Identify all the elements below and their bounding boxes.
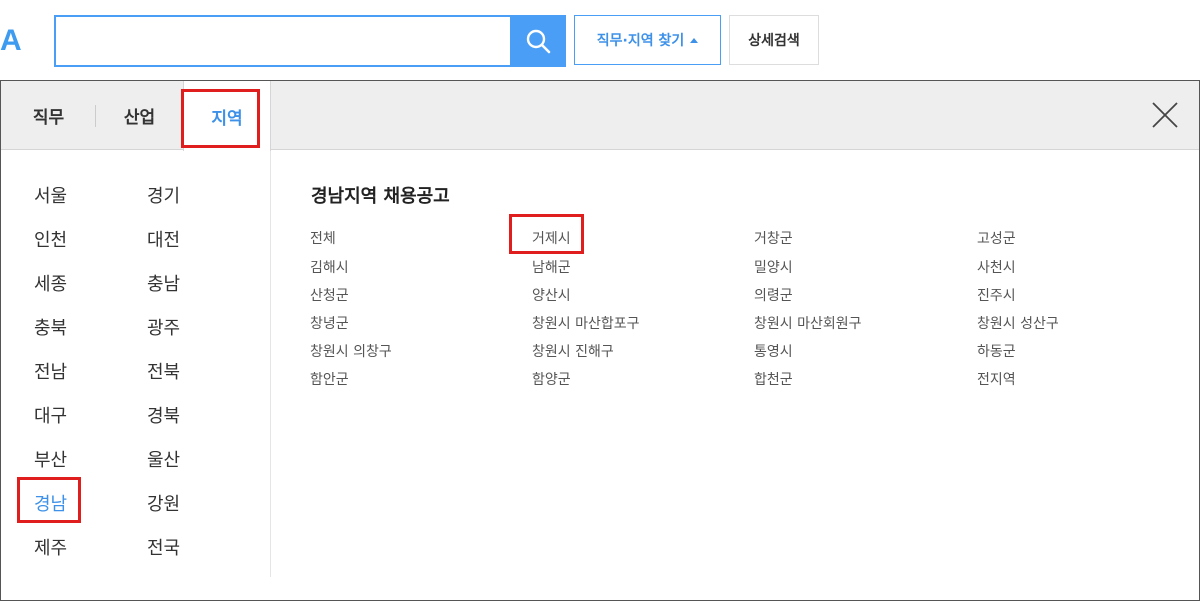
- subregion-item[interactable]: 전지역: [977, 369, 1016, 389]
- region-item[interactable]: 전국: [147, 534, 180, 560]
- region-item[interactable]: 부산: [34, 446, 67, 472]
- search-input[interactable]: [54, 15, 510, 67]
- search-button[interactable]: [510, 15, 566, 67]
- region-item[interactable]: 전북: [147, 358, 180, 384]
- subregion-item[interactable]: 진주시: [977, 285, 1016, 305]
- subregion-item[interactable]: 창원시 성산구: [977, 313, 1059, 333]
- region-item[interactable]: 대구: [34, 402, 67, 428]
- subregion-item[interactable]: 의령군: [754, 285, 793, 305]
- subregion-item[interactable]: 통영시: [754, 341, 793, 361]
- subregion-title: 경남지역 채용공고: [311, 186, 450, 207]
- site-logo[interactable]: A: [0, 24, 22, 58]
- region-item[interactable]: 경기: [147, 182, 180, 208]
- job-region-finder-label: 직무·지역 찾기: [596, 33, 685, 49]
- panel-tab-bar: 직무 산업 지역: [1, 81, 1199, 151]
- region-item[interactable]: 전남: [34, 358, 67, 384]
- tab-industry[interactable]: 산업: [96, 81, 183, 150]
- tab-job[interactable]: 직무: [1, 81, 96, 150]
- subregion-item[interactable]: 창원시 의창구: [310, 341, 392, 361]
- close-button[interactable]: [1151, 101, 1179, 129]
- subregion-item[interactable]: 합천군: [754, 369, 793, 389]
- subregion-item[interactable]: 산청군: [310, 285, 349, 305]
- region-item[interactable]: 대전: [147, 226, 180, 252]
- region-item[interactable]: 세종: [34, 270, 67, 296]
- subregion-item[interactable]: 하동군: [977, 341, 1016, 361]
- caret-up-icon: [690, 37, 699, 43]
- subregion-item[interactable]: 거창군: [754, 228, 793, 248]
- job-region-panel: 직무 산업 지역 서울 경기 인천 대전 세종 충남 충북 광주 전남 전북 대…: [0, 80, 1200, 601]
- region-item[interactable]: 강원: [147, 490, 180, 516]
- subregion-item[interactable]: 창녕군: [310, 313, 349, 333]
- region-item[interactable]: 충남: [147, 270, 180, 296]
- subregion-item[interactable]: 고성군: [977, 228, 1016, 248]
- region-highlight: [17, 477, 81, 523]
- tab-region-highlight: [181, 89, 260, 148]
- region-item[interactable]: 경북: [147, 402, 180, 428]
- job-region-finder-button[interactable]: 직무·지역 찾기: [574, 15, 721, 65]
- region-item[interactable]: 인천: [34, 226, 67, 252]
- region-item[interactable]: 광주: [147, 314, 180, 340]
- region-item[interactable]: 제주: [34, 534, 67, 560]
- subregion-item[interactable]: 김해시: [310, 257, 349, 277]
- subregion-item[interactable]: 창원시 마산합포구: [532, 313, 640, 333]
- subregion-item[interactable]: 남해군: [532, 257, 571, 277]
- subregion-item[interactable]: 밀양시: [754, 257, 793, 277]
- subregion-highlight: [509, 214, 584, 254]
- region-item[interactable]: 충북: [34, 314, 67, 340]
- region-item[interactable]: 서울: [34, 182, 67, 208]
- subregion-item[interactable]: 양산시: [532, 285, 571, 305]
- subregion-item[interactable]: 함안군: [310, 369, 349, 389]
- close-icon: [1152, 102, 1178, 128]
- search-icon: [526, 29, 551, 54]
- subregion-item[interactable]: 함양군: [532, 369, 571, 389]
- subregion-item[interactable]: 창원시 마산회원구: [754, 313, 862, 333]
- subregion-item[interactable]: 창원시 진해구: [532, 341, 614, 361]
- subregion-item[interactable]: 사천시: [977, 257, 1016, 277]
- region-item[interactable]: 울산: [147, 446, 180, 472]
- advanced-search-button[interactable]: 상세검색: [729, 15, 819, 65]
- subregion-item[interactable]: 전체: [310, 228, 336, 248]
